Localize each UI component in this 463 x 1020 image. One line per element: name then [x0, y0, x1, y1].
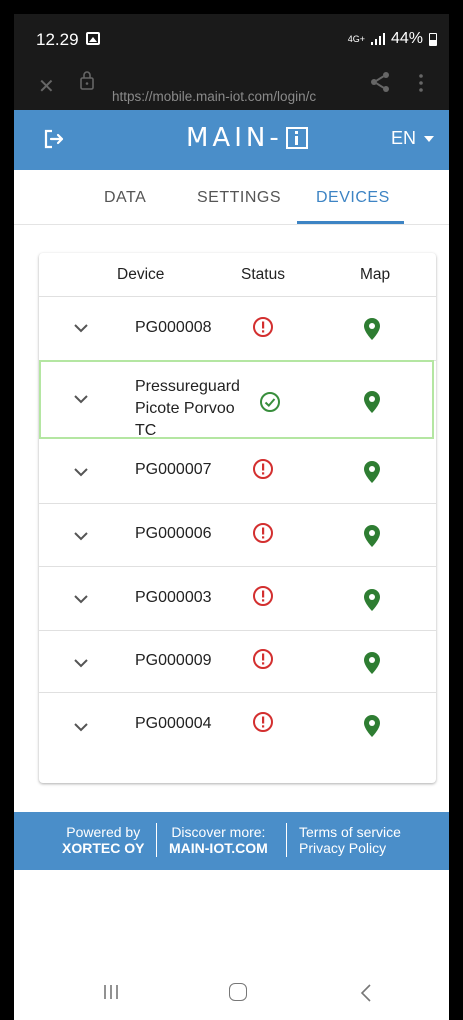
table-header: Device Status Map	[39, 253, 436, 297]
device-name: Pressureguard Picote Porvoo TC	[135, 376, 240, 442]
chevron-down-icon[interactable]	[74, 324, 88, 333]
active-tab-indicator	[297, 221, 404, 224]
app-footer: Powered by XORTEC OY Discover more: MAIN…	[14, 812, 449, 870]
error-status-icon	[253, 459, 273, 479]
chevron-down-icon[interactable]	[74, 468, 88, 477]
tab-devices[interactable]: DEVICES	[316, 189, 390, 207]
footer-company: Powered by XORTEC OY	[62, 824, 144, 856]
language-selector[interactable]: EN	[391, 128, 435, 149]
app-screen: 12.29 4G+ 44% ✕ https://mobile.main-iot.…	[14, 14, 449, 1020]
error-status-icon	[253, 649, 273, 669]
home-icon[interactable]	[229, 983, 247, 1001]
lock-icon[interactable]	[80, 70, 94, 90]
chevron-down-icon[interactable]	[74, 595, 88, 604]
device-name: PG000006	[135, 525, 212, 542]
device-name-line: Pressureguard	[135, 378, 240, 395]
error-status-icon	[253, 586, 273, 606]
footer-divider	[156, 823, 157, 857]
table-row[interactable]: PG000008	[39, 297, 436, 361]
gallery-notification-icon	[86, 32, 100, 45]
more-vert-icon[interactable]	[418, 70, 424, 96]
company-link[interactable]: XORTEC OY	[62, 840, 144, 856]
privacy-link[interactable]: Privacy Policy	[299, 840, 401, 856]
terms-link[interactable]: Terms of service	[299, 824, 401, 840]
device-name: PG000007	[135, 461, 212, 478]
device-name: PG000008	[135, 319, 212, 336]
map-pin-icon[interactable]	[363, 460, 381, 484]
tab-data[interactable]: DATA	[104, 189, 146, 207]
map-pin-icon[interactable]	[363, 524, 381, 548]
map-pin-icon[interactable]	[363, 714, 381, 738]
table-row[interactable]: PG000003	[39, 566, 436, 631]
powered-by-label: Powered by	[66, 824, 141, 840]
site-link[interactable]: MAIN-IOT.COM	[169, 840, 268, 856]
table-row-selected[interactable]: Pressureguard Picote Porvoo TC	[39, 360, 434, 439]
chevron-down-icon[interactable]	[74, 659, 88, 668]
chevron-down-icon[interactable]	[74, 723, 88, 732]
share-icon[interactable]	[368, 70, 392, 94]
map-pin-icon[interactable]	[363, 317, 381, 341]
caret-down-icon	[424, 135, 435, 142]
device-name-line: Picote Porvoo	[135, 400, 235, 417]
battery-icon	[429, 32, 437, 46]
chevron-down-icon[interactable]	[74, 532, 88, 541]
footer-divider	[286, 823, 287, 857]
map-pin-icon[interactable]	[363, 390, 381, 414]
discover-label: Discover more:	[171, 824, 266, 840]
map-pin-icon[interactable]	[363, 588, 381, 612]
browser-toolbar: ✕ https://mobile.main-iot.com/login/c	[14, 60, 449, 110]
brand-info-icon	[285, 127, 308, 149]
app-header: MAIN- EN	[14, 110, 449, 170]
url-field[interactable]: https://mobile.main-iot.com/login/c	[112, 89, 358, 104]
device-name: PG000004	[135, 715, 212, 732]
status-indicators: 4G+ 44%	[348, 30, 437, 48]
chevron-down-icon[interactable]	[74, 395, 88, 404]
network-type: 4G+	[347, 33, 365, 44]
signal-icon	[370, 33, 385, 45]
logout-icon[interactable]	[42, 127, 66, 151]
error-status-icon	[253, 523, 273, 543]
battery-percent: 44%	[390, 30, 423, 47]
recent-apps-icon[interactable]	[102, 984, 120, 1000]
brand-logo: MAIN-	[186, 123, 308, 153]
tab-settings[interactable]: SETTINGS	[197, 189, 281, 207]
column-header-map: Map	[360, 266, 391, 283]
map-pin-icon[interactable]	[363, 651, 381, 675]
column-header-device: Device	[117, 266, 165, 283]
brand-text: MAIN-	[186, 123, 283, 153]
footer-legal: Terms of service Privacy Policy	[299, 824, 401, 856]
system-nav-bar	[14, 970, 449, 1020]
status-time: 12.29	[36, 30, 79, 49]
device-name: PG000003	[135, 589, 212, 606]
status-bar: 12.29 4G+ 44%	[14, 14, 449, 60]
error-status-icon	[253, 712, 273, 732]
error-status-icon	[253, 317, 273, 337]
footer-discover: Discover more: MAIN-IOT.COM	[169, 824, 268, 856]
tab-bar: DATA SETTINGS DEVICES	[14, 170, 449, 225]
table-row[interactable]: PG000006	[39, 503, 436, 567]
device-name: PG000009	[135, 652, 212, 669]
table-row[interactable]: PG000009	[39, 630, 436, 693]
column-header-status: Status	[241, 266, 285, 283]
ok-status-icon	[260, 392, 280, 412]
back-icon[interactable]	[360, 983, 372, 1003]
close-icon[interactable]: ✕	[38, 74, 55, 99]
table-row[interactable]: PG000007	[39, 439, 436, 504]
language-label: EN	[391, 128, 417, 148]
table-row[interactable]: PG000004	[39, 692, 436, 757]
devices-table: Device Status Map PG000008 Pressureguard…	[39, 253, 436, 783]
